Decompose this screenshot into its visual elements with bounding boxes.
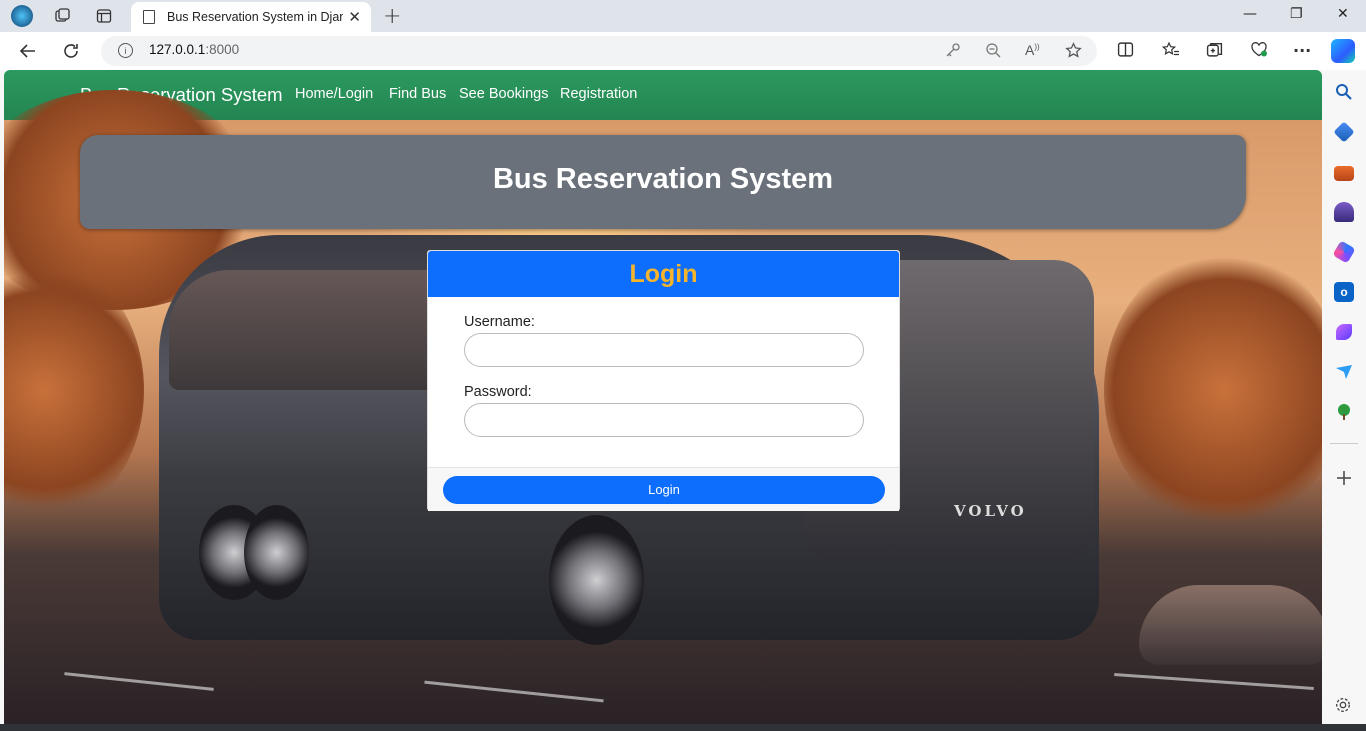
microsoft-365-icon[interactable]	[1332, 240, 1356, 264]
games-icon[interactable]	[1334, 202, 1354, 222]
add-icon[interactable]	[1334, 468, 1354, 488]
road-marking	[424, 680, 604, 703]
more-options-icon[interactable]: ···	[1293, 41, 1311, 60]
designer-icon[interactable]	[1336, 324, 1352, 340]
send-icon[interactable]	[1334, 362, 1354, 382]
copilot-icon[interactable]	[1331, 39, 1355, 63]
browser-tab-bar: Bus Reservation System in Django ✕ + — ❐…	[0, 0, 1366, 32]
taskbar	[0, 724, 1366, 731]
nav-link-home-login[interactable]: Home/Login	[295, 86, 373, 102]
tree-icon[interactable]	[1334, 402, 1354, 422]
search-icon[interactable]	[1334, 82, 1354, 102]
wheel-image	[549, 515, 644, 645]
login-card-header: Login	[428, 251, 899, 297]
tab-actions-icon[interactable]	[94, 6, 114, 26]
minimize-button[interactable]: —	[1243, 6, 1257, 22]
zoom-out-icon[interactable]	[985, 42, 1001, 62]
login-title: Login	[629, 260, 698, 288]
wheel-image	[244, 505, 309, 600]
address-bar[interactable]: i 127.0.0.1:8000 A))	[101, 36, 1097, 66]
car-image	[1139, 585, 1322, 665]
password-label: Password:	[464, 384, 532, 400]
settings-gear-icon[interactable]	[1334, 696, 1354, 716]
read-aloud-icon[interactable]: A))	[1025, 42, 1040, 58]
tools-briefcase-icon[interactable]	[1334, 166, 1354, 181]
nav-link-see-bookings[interactable]: See Bookings	[459, 86, 548, 102]
bus-brand-text: VOLVO	[954, 502, 1027, 520]
sidebar-divider	[1330, 443, 1358, 444]
url-text[interactable]: 127.0.0.1:8000	[149, 42, 239, 57]
web-page: Bus Reservation System Home/Login Find B…	[4, 70, 1322, 724]
username-label: Username:	[464, 314, 535, 330]
username-input[interactable]	[464, 333, 864, 367]
password-input[interactable]	[464, 403, 864, 437]
back-icon[interactable]	[17, 40, 39, 62]
login-card-footer: Login	[428, 467, 899, 511]
road-marking	[64, 672, 214, 691]
login-button[interactable]: Login	[443, 476, 885, 504]
tab-close-icon[interactable]: ✕	[348, 8, 361, 26]
profile-avatar-icon[interactable]	[11, 5, 33, 27]
site-info-icon[interactable]: i	[118, 43, 133, 58]
browser-sidebar: o	[1323, 70, 1366, 731]
split-screen-icon[interactable]	[1117, 41, 1134, 62]
page-icon	[143, 10, 155, 24]
favorites-icon[interactable]	[1161, 41, 1180, 62]
nav-link-find-bus[interactable]: Find Bus	[389, 86, 446, 102]
road-marking	[1114, 673, 1314, 690]
login-card: Login Username: Password: Login	[427, 250, 900, 511]
shopping-tag-icon[interactable]	[1333, 121, 1355, 143]
key-icon[interactable]	[945, 42, 961, 62]
browser-essentials-icon[interactable]	[1250, 41, 1268, 62]
collections-icon[interactable]	[1206, 41, 1223, 62]
tab-title: Bus Reservation System in Django	[167, 10, 343, 24]
hero-banner: Bus Reservation System	[80, 135, 1246, 229]
new-tab-button[interactable]: +	[383, 4, 401, 29]
close-window-button[interactable]: ✕	[1337, 6, 1349, 22]
tree-image	[1104, 250, 1322, 530]
restore-button[interactable]: ❐	[1290, 6, 1303, 22]
hero-title: Bus Reservation System	[492, 163, 834, 195]
browser-toolbar: i 127.0.0.1:8000 A)) ···	[0, 32, 1366, 70]
outlook-icon[interactable]: o	[1334, 282, 1354, 302]
refresh-icon[interactable]	[60, 40, 82, 62]
nav-link-registration[interactable]: Registration	[560, 86, 637, 102]
active-tab[interactable]: Bus Reservation System in Django ✕	[131, 2, 371, 32]
workspaces-icon[interactable]	[52, 6, 72, 26]
favorite-star-icon[interactable]	[1065, 42, 1082, 63]
